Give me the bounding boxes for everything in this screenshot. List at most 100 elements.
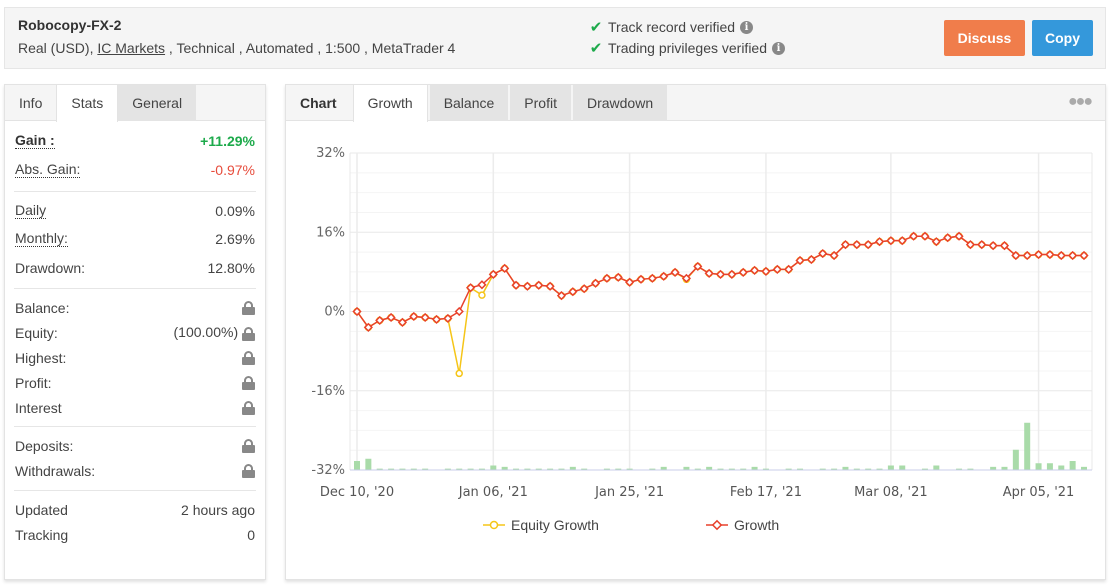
highest-label: Highest:	[15, 349, 67, 366]
lock-icon	[242, 375, 255, 390]
tracking-value: 0	[247, 526, 255, 543]
trading-privileges-verified: ✔ Trading privileges verified i	[588, 39, 785, 57]
activity-bar	[1024, 422, 1031, 470]
y-tick-label: 0%	[324, 305, 345, 320]
y-axis: 32% 16% 0% -16% -32%	[311, 146, 345, 478]
tab-general[interactable]: General	[118, 85, 197, 121]
ellipsis-icon[interactable]: ●●●	[1068, 93, 1093, 111]
chart-tabs: Chart Growth Balance Profit Drawdown	[286, 85, 1105, 122]
tab-growth[interactable]: Growth	[352, 85, 428, 122]
growth-point	[454, 306, 464, 317]
x-tick-label: Feb 17, '21	[730, 485, 802, 500]
x-tick-label: Apr 05, '21	[1003, 485, 1075, 500]
trading-privileges-label: Trading privileges verified	[608, 40, 767, 56]
x-tick-label: Dec 10, '20	[320, 485, 394, 500]
gain-value: +11.29%	[200, 132, 255, 149]
chart-label: Chart	[300, 95, 337, 111]
abs-gain-value: -0.97%	[210, 161, 255, 178]
activity-bars	[350, 422, 1092, 471]
equity-growth-point	[478, 291, 486, 299]
interest-label: Interest	[15, 399, 62, 416]
divider	[14, 490, 256, 491]
gain-label[interactable]: Gain :	[15, 132, 55, 149]
equity-row: Equity: (100.00%)	[15, 320, 255, 345]
info-icon[interactable]: i	[740, 20, 754, 34]
balance-row: Balance:	[15, 295, 255, 320]
check-icon: ✔	[589, 19, 603, 36]
activity-bar	[1035, 463, 1042, 470]
daily-row: Daily 0.09%	[15, 192, 255, 223]
balance-label: Balance:	[15, 299, 70, 316]
stats-tabs: Info Stats General	[5, 85, 265, 122]
monthly-row: Monthly: 2.69%	[15, 223, 255, 254]
account-subtitle: Real (USD), IC Markets , Technical , Aut…	[18, 40, 455, 56]
info-icon[interactable]: i	[772, 41, 785, 55]
drawdown-label: Drawdown:	[15, 260, 86, 276]
equity-growth-point	[455, 369, 463, 378]
activity-bar	[899, 465, 906, 470]
broker-link[interactable]: IC Markets	[97, 40, 165, 56]
tab-info[interactable]: Info	[5, 85, 56, 121]
equity-growth-line	[356, 235, 1084, 374]
legend-growth-label: Growth	[734, 517, 780, 533]
discuss-button[interactable]: Discuss	[944, 20, 1025, 56]
x-tick-label: Jan 25, '21	[594, 485, 664, 500]
daily-value: 0.09%	[215, 202, 255, 219]
account-details: , Technical , Automated , 1:500 , MetaTr…	[165, 40, 456, 56]
chart-lines	[352, 231, 1089, 378]
y-tick-label: -32%	[311, 463, 345, 478]
stats-panel: Info Stats General Gain : +11.29% Abs. G…	[4, 84, 266, 580]
deposits-row: Deposits:	[15, 433, 255, 458]
legend-equity-growth[interactable]: Equity Growth	[483, 517, 599, 533]
gain-row: Gain : +11.29%	[15, 121, 255, 154]
lock-icon	[242, 463, 255, 478]
highest-row: Highest:	[15, 345, 255, 370]
abs-gain-row: Abs. Gain: -0.97%	[15, 154, 255, 185]
interest-row: Interest	[15, 395, 255, 420]
activity-bar	[1046, 463, 1053, 470]
legend-equity-label: Equity Growth	[511, 517, 599, 533]
x-tick-label: Jan 06, '21	[458, 485, 528, 500]
activity-bar	[933, 465, 940, 470]
account-title: Robocopy-FX-2	[18, 17, 122, 33]
activity-bar	[1058, 465, 1065, 470]
activity-bar	[365, 458, 372, 470]
account-header: Robocopy-FX-2 Real (USD), IC Markets , T…	[4, 7, 1106, 69]
monthly-value: 2.69%	[215, 230, 255, 247]
updated-value: 2 hours ago	[181, 501, 255, 518]
copy-button[interactable]: Copy	[1032, 20, 1093, 56]
equity-value: (100.00%)	[173, 324, 239, 341]
profit-row: Profit:	[15, 370, 255, 395]
drawdown-value: 12.80%	[207, 260, 255, 276]
divider	[14, 426, 256, 427]
withdrawals-label: Withdrawals:	[15, 462, 96, 479]
tracking-label: Tracking	[15, 526, 69, 543]
daily-label[interactable]: Daily	[15, 202, 47, 219]
check-icon: ✔	[589, 40, 603, 57]
activity-bar	[354, 461, 360, 470]
y-tick-label: 16%	[316, 225, 345, 240]
abs-gain-label[interactable]: Abs. Gain:	[15, 161, 81, 178]
tracking-row: Tracking 0	[15, 522, 255, 547]
monthly-label[interactable]: Monthly:	[15, 230, 68, 247]
track-record-verified: ✔ Track record verified i	[588, 18, 754, 36]
tab-profit[interactable]: Profit	[510, 85, 571, 121]
lock-icon	[242, 300, 255, 315]
growth-line	[356, 235, 1084, 329]
deposits-label: Deposits:	[15, 437, 74, 454]
activity-bar	[1069, 461, 1076, 470]
tab-balance[interactable]: Balance	[429, 85, 509, 121]
drawdown-row: Drawdown: 12.80%	[15, 254, 255, 282]
growth-legend-icon	[706, 519, 728, 531]
lock-icon	[242, 326, 255, 341]
divider	[14, 288, 256, 289]
y-tick-label: 32%	[316, 146, 345, 161]
lock-icon	[242, 438, 255, 453]
equity-label: Equity:	[15, 324, 58, 341]
tab-drawdown[interactable]: Drawdown	[572, 85, 668, 121]
legend-growth[interactable]: Growth	[706, 517, 779, 533]
withdrawals-row: Withdrawals:	[15, 458, 255, 483]
activity-bar	[490, 465, 497, 470]
account-type: Real (USD),	[18, 40, 94, 56]
tab-stats[interactable]: Stats	[56, 85, 119, 122]
